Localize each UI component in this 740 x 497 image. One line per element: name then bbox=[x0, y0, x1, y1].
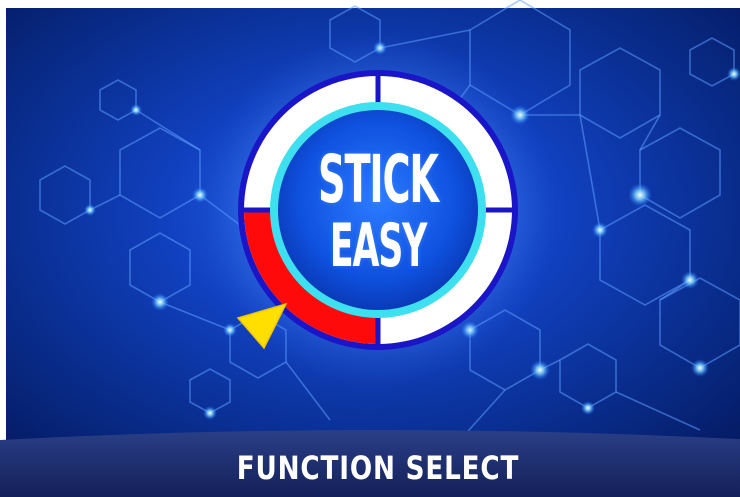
logo-title-line-1: STICK bbox=[318, 141, 439, 218]
game-screen: STICK EASY FUNCTION SELECT bbox=[0, 0, 740, 497]
function-select-label[interactable]: FUNCTION SELECT bbox=[68, 452, 688, 484]
logo-title-line-2: EASY bbox=[329, 211, 427, 281]
